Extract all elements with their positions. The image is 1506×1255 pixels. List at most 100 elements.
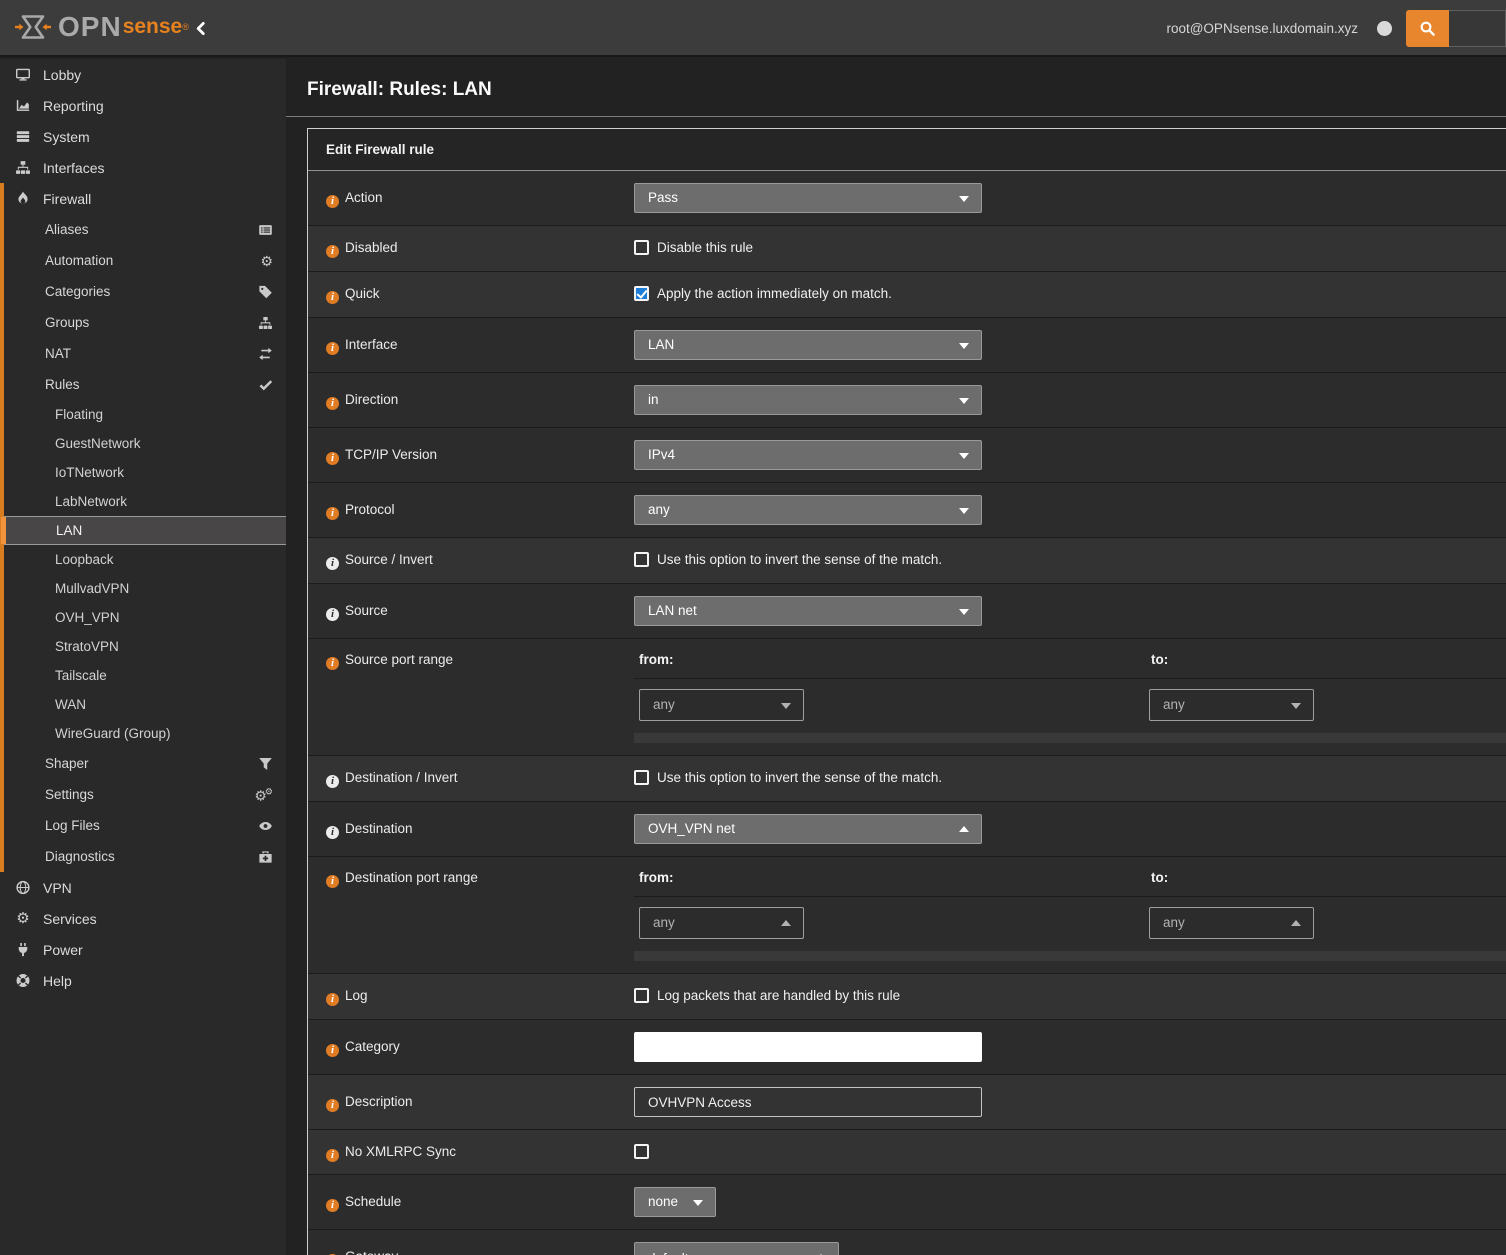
hourglass-logo-icon xyxy=(15,14,51,40)
tcp-ip-version-select[interactable]: IPv4 xyxy=(634,440,982,470)
sidebar-item-automation[interactable]: Automation⚙ xyxy=(0,245,286,276)
sidebar-item-categories[interactable]: Categories xyxy=(0,276,286,307)
sidebar-item-power[interactable]: Power xyxy=(0,934,286,965)
sidebar-item-ovh-vpn[interactable]: OVH_VPN xyxy=(0,603,286,632)
info-icon[interactable]: i xyxy=(326,1149,339,1162)
sidebar-item-floating[interactable]: Floating xyxy=(0,400,286,429)
info-icon[interactable]: i xyxy=(326,993,339,1006)
sidebar-item-label: Power xyxy=(43,942,83,958)
sidebar-item-tailscale[interactable]: Tailscale xyxy=(0,661,286,690)
sidebar-item-log-files[interactable]: Log Files xyxy=(0,810,286,841)
sidebar-item-firewall[interactable]: Firewall xyxy=(0,183,286,214)
sidebar-item-system[interactable]: System xyxy=(0,121,286,152)
info-icon[interactable]: i xyxy=(326,557,339,570)
sidebar-section-firewall: Firewall AliasesAutomation⚙CategoriesGrou… xyxy=(0,183,286,872)
exchange-icon xyxy=(258,347,273,361)
gear-icon: ⚙ xyxy=(13,911,33,926)
search-button[interactable] xyxy=(1406,10,1449,47)
info-icon[interactable]: i xyxy=(326,657,339,670)
caret-down-icon xyxy=(1291,703,1301,709)
sidebar-item-lobby[interactable]: Lobby xyxy=(0,59,286,90)
quick-checkbox[interactable] xyxy=(634,286,649,301)
gateway-select[interactable]: default xyxy=(634,1242,839,1255)
horizontal-scrollbar[interactable] xyxy=(634,951,1506,961)
sidebar-item-groups[interactable]: Groups xyxy=(0,307,286,338)
sidebar-item-stratovpn[interactable]: StratoVPN xyxy=(0,632,286,661)
info-icon[interactable]: i xyxy=(326,507,339,520)
field-label: TCP/IP Version xyxy=(345,447,437,462)
source-select[interactable]: LAN net xyxy=(634,596,982,626)
medkit-icon xyxy=(258,850,273,864)
sidebar-item-loopback[interactable]: Loopback xyxy=(0,545,286,574)
category-input[interactable] xyxy=(634,1032,982,1062)
info-icon[interactable]: i xyxy=(326,452,339,465)
no-xmlrpc-sync-checkbox[interactable] xyxy=(634,1144,649,1159)
destination-port-range-to-select[interactable]: any xyxy=(1149,907,1314,939)
list-alt-icon xyxy=(258,223,273,237)
info-icon[interactable]: i xyxy=(326,291,339,304)
source-port-range-from-select[interactable]: any xyxy=(639,689,804,721)
info-icon[interactable]: i xyxy=(326,608,339,621)
status-dot[interactable] xyxy=(1377,21,1392,36)
sidebar-item-vpn[interactable]: VPN xyxy=(0,872,286,903)
info-icon[interactable]: i xyxy=(326,1099,339,1112)
info-icon[interactable]: i xyxy=(326,195,339,208)
destination-invert-checkbox[interactable] xyxy=(634,770,649,785)
search-input[interactable] xyxy=(1449,10,1506,47)
sidebar-item-labnetwork[interactable]: LabNetwork xyxy=(0,487,286,516)
info-icon[interactable]: i xyxy=(326,1044,339,1057)
sidebar-item-wireguard-group[interactable]: WireGuard (Group) xyxy=(0,719,286,748)
source-port-range-to-select[interactable]: any xyxy=(1149,689,1314,721)
sidebar-item-wan[interactable]: WAN xyxy=(0,690,286,719)
sidebar-item-rules[interactable]: Rules xyxy=(0,369,286,400)
gears-icon: ⚙ xyxy=(254,787,273,802)
log-checkbox[interactable] xyxy=(634,988,649,1003)
form-row-schedule: iSchedulenone xyxy=(308,1174,1506,1229)
disabled-checkbox[interactable] xyxy=(634,240,649,255)
sidebar-item-diagnostics[interactable]: Diagnostics xyxy=(0,841,286,872)
sidebar-item-settings[interactable]: Settings⚙ xyxy=(0,779,286,810)
destination-port-range-from-select[interactable]: any xyxy=(639,907,804,939)
from-label: from: xyxy=(639,870,674,885)
description-input[interactable] xyxy=(634,1087,982,1117)
checkbox-label: Use this option to invert the sense of t… xyxy=(657,770,942,786)
source-invert-checkbox[interactable] xyxy=(634,552,649,567)
sidebar-item-label: LAN xyxy=(56,517,82,545)
sidebar-item-mullvadvpn[interactable]: MullvadVPN xyxy=(0,574,286,603)
info-icon[interactable]: i xyxy=(326,875,339,888)
fire-icon xyxy=(13,191,33,206)
page-title: Firewall: Rules: LAN xyxy=(307,79,1506,101)
action-select[interactable]: Pass xyxy=(634,183,982,213)
sidebar-item-label: Firewall xyxy=(43,191,91,207)
horizontal-scrollbar[interactable] xyxy=(634,733,1506,743)
sidebar-item-interfaces[interactable]: Interfaces xyxy=(0,152,286,183)
info-icon[interactable]: i xyxy=(326,826,339,839)
protocol-select[interactable]: any xyxy=(634,495,982,525)
sidebar-item-aliases[interactable]: Aliases xyxy=(0,214,286,245)
sidebar-collapse-button[interactable] xyxy=(194,21,207,36)
schedule-select[interactable]: none xyxy=(634,1187,716,1217)
sidebar-item-help[interactable]: Help xyxy=(0,965,286,996)
destination-select[interactable]: OVH_VPN net xyxy=(634,814,982,844)
sidebar-item-services[interactable]: ⚙Services xyxy=(0,903,286,934)
info-icon[interactable]: i xyxy=(326,397,339,410)
caret-up-icon xyxy=(1291,920,1301,926)
sidebar-item-guestnetwork[interactable]: GuestNetwork xyxy=(0,429,286,458)
field-label: Disabled xyxy=(345,240,398,255)
opnsense-logo[interactable]: OPNsense® xyxy=(15,10,189,44)
sidebar-item-nat[interactable]: NAT xyxy=(0,338,286,369)
interface-select[interactable]: LAN xyxy=(634,330,982,360)
sidebar-item-iotnetwork[interactable]: IoTNetwork xyxy=(0,458,286,487)
info-icon[interactable]: i xyxy=(326,775,339,788)
sidebar-item-reporting[interactable]: Reporting xyxy=(0,90,286,121)
sidebar-item-lan[interactable]: LAN xyxy=(0,516,286,545)
info-icon[interactable]: i xyxy=(326,342,339,355)
logged-in-user: root@OPNsense.luxdomain.xyz xyxy=(1166,21,1358,36)
field-label: Destination / Invert xyxy=(345,770,458,785)
direction-select[interactable]: in xyxy=(634,385,982,415)
sidebar-item-shaper[interactable]: Shaper xyxy=(0,748,286,779)
selected-value: OVH_VPN net xyxy=(648,821,735,836)
selected-value: any xyxy=(1163,697,1185,712)
info-icon[interactable]: i xyxy=(326,245,339,258)
info-icon[interactable]: i xyxy=(326,1199,339,1212)
